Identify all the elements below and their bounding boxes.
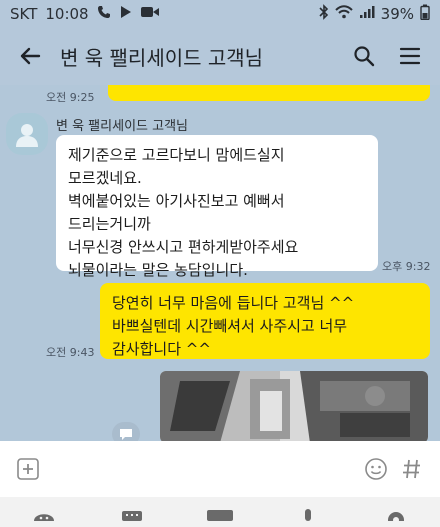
message-line: 당연히 너무 마음에 듭니다 고객님 ^^ bbox=[112, 294, 355, 312]
menu-button[interactable] bbox=[392, 38, 428, 74]
avatar[interactable] bbox=[6, 113, 48, 155]
my-message-bubble[interactable]: 당연히 너무 마음에 듭니다 고객님 ^^ 바쁘실텐데 시간빼셔서 사주시고 너… bbox=[100, 283, 430, 359]
plus-square-icon bbox=[17, 458, 39, 480]
tray-emoticon[interactable] bbox=[24, 501, 64, 527]
input-bar bbox=[0, 441, 440, 497]
back-button[interactable] bbox=[8, 34, 52, 78]
message-line: 너무신경 안쓰시고 편하게받아주세요 bbox=[68, 238, 299, 256]
speech-bubble-icon bbox=[120, 429, 132, 440]
other-message-time: 오후 9:32 bbox=[382, 260, 431, 273]
call-icon bbox=[97, 5, 111, 22]
chat-title: 변 욱 팰리세이드 고객님 bbox=[60, 45, 264, 70]
tray-mic[interactable] bbox=[288, 501, 328, 527]
mic-icon bbox=[305, 509, 311, 521]
photo-message[interactable] bbox=[160, 371, 428, 441]
message-line: 감사합니다 ^^ bbox=[112, 340, 211, 358]
battery-icon bbox=[420, 4, 430, 24]
message-line: 바쁘실텐데 시간빼셔서 사주시고 너무 bbox=[112, 317, 348, 335]
battery-percent: 39% bbox=[380, 4, 414, 23]
smiley-icon bbox=[365, 458, 387, 480]
hash-icon bbox=[403, 459, 420, 479]
chat-header: 변 욱 팰리세이드 고객님 bbox=[0, 27, 440, 85]
hamburger-menu-icon bbox=[399, 47, 421, 65]
back-arrow-icon bbox=[20, 47, 41, 65]
person-icon bbox=[16, 124, 38, 147]
tray-keyboard[interactable] bbox=[112, 501, 152, 527]
carrier-label: SKT bbox=[10, 4, 38, 23]
search-icon bbox=[354, 46, 375, 67]
settings-icon bbox=[388, 512, 404, 521]
message-line: 제기준으로 고르다보니 맘에드실지 bbox=[68, 146, 285, 164]
status-bar: SKT 10:08 39% bbox=[0, 0, 440, 27]
bluetooth-icon bbox=[319, 3, 329, 24]
tray-gif[interactable] bbox=[200, 501, 240, 527]
previous-message-time: 오전 9:25 bbox=[46, 91, 95, 104]
video-call-icon bbox=[140, 5, 160, 22]
hashtag-button[interactable] bbox=[394, 451, 430, 487]
signal-icon bbox=[359, 5, 375, 23]
car-interior-photo bbox=[160, 371, 428, 441]
message-line: 뇌물이라는 말은 농담입니다. bbox=[68, 261, 248, 279]
bottom-tray bbox=[0, 497, 440, 527]
message-line: 드리는거니까 bbox=[68, 215, 151, 233]
my-message-time: 오전 9:43 bbox=[46, 346, 95, 359]
add-attachment-button[interactable] bbox=[10, 451, 46, 487]
message-line: 벽에붙어있는 아기사진보고 예뻐서 bbox=[68, 192, 285, 210]
search-button[interactable] bbox=[346, 38, 382, 74]
keyboard-icon bbox=[122, 511, 142, 521]
emoticon-button[interactable] bbox=[358, 451, 394, 487]
message-line: 모르겠네요. bbox=[68, 169, 142, 187]
chat-bubble-button[interactable] bbox=[112, 422, 140, 441]
play-icon bbox=[119, 5, 132, 22]
clock: 10:08 bbox=[45, 4, 89, 23]
wifi-icon bbox=[334, 4, 353, 23]
emoticon-icon bbox=[34, 514, 54, 521]
gif-icon bbox=[207, 510, 233, 521]
sender-name: 변 욱 팰리세이드 고객님 bbox=[56, 119, 188, 134]
previous-my-message bbox=[108, 85, 430, 101]
chat-area[interactable]: 오전 9:25 변 욱 팰리세이드 고객님 제기준으로 고르다보니 맘에드실지 … bbox=[0, 85, 440, 441]
message-input[interactable] bbox=[56, 450, 348, 488]
tray-settings[interactable] bbox=[376, 501, 416, 527]
other-message-bubble[interactable]: 제기준으로 고르다보니 맘에드실지 모르겠네요. 벽에붙어있는 아기사진보고 예… bbox=[56, 135, 378, 279]
